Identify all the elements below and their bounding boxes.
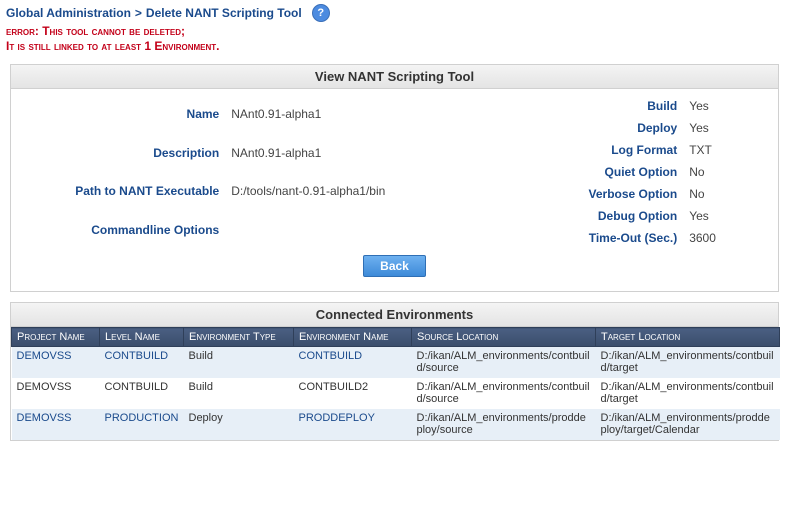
- link-level[interactable]: CONTBUILD: [105, 350, 169, 362]
- table-row: DEMOVSSCONTBUILDBuildCONTBUILD2D:/ikan/A…: [12, 378, 780, 409]
- build-value: Yes: [683, 95, 768, 117]
- cell-target: D:/ikan/ALM_environments/proddeploy/targ…: [596, 409, 780, 440]
- breadcrumb-page: Delete NANT Scripting Tool: [146, 6, 302, 20]
- environments-table: Project Name Level Name Environment Type…: [11, 327, 780, 440]
- logformat-value: TXT: [683, 139, 768, 161]
- verbose-value: No: [683, 183, 768, 205]
- error-line-1: error: This tool cannot be deleted;: [6, 24, 783, 39]
- logformat-label: Log Format: [463, 139, 684, 161]
- col-project: Project Name: [12, 328, 100, 347]
- col-envname: Environment Name: [294, 328, 412, 347]
- table-row: DEMOVSS PRODUCTION Deploy PRODDEPLOY D:/ikan…: [12, 409, 780, 440]
- cell-source: D:/ikan/ALM_environments/contbuild/sourc…: [412, 347, 596, 378]
- cell-target: D:/ikan/ALM_environments/contbuild/targe…: [596, 378, 780, 409]
- breadcrumb: Global Administration > Delete NANT Scri…: [0, 0, 789, 24]
- breadcrumb-sep: >: [135, 6, 142, 20]
- cell-source: D:/ikan/ALM_environments/contbuild/sourc…: [412, 378, 596, 409]
- link-project[interactable]: DEMOVSS: [17, 350, 72, 362]
- col-envtype: Environment Type: [184, 328, 294, 347]
- col-target: Target Location: [596, 328, 780, 347]
- connected-environments-panel: Connected Environments Project Name Leve…: [10, 302, 779, 441]
- debug-label: Debug Option: [463, 205, 684, 227]
- col-source: Source Location: [412, 328, 596, 347]
- back-button[interactable]: Back: [363, 255, 426, 277]
- link-project[interactable]: DEMOVSS: [17, 412, 72, 424]
- quiet-label: Quiet Option: [463, 161, 684, 183]
- view-tool-panel-title: View NANT Scripting Tool: [11, 65, 778, 89]
- connected-environments-title: Connected Environments: [11, 303, 778, 327]
- debug-value: Yes: [683, 205, 768, 227]
- cell-project: DEMOVSS: [12, 347, 100, 378]
- cell-project: DEMOVSS: [12, 409, 100, 440]
- description-value: NAnt0.91-alpha1: [225, 134, 442, 173]
- col-level: Level Name: [100, 328, 184, 347]
- build-label: Build: [463, 95, 684, 117]
- path-value: D:/tools/nant-0.91-alpha1/bin: [225, 172, 442, 211]
- name-value: NAnt0.91-alpha1: [225, 95, 442, 134]
- timeout-value: 3600: [683, 227, 768, 249]
- name-label: Name: [21, 95, 225, 134]
- cmdline-label: Commandline Options: [21, 211, 225, 250]
- link-envname[interactable]: PRODDEPLOY: [299, 412, 375, 424]
- cell-envname: CONTBUILD: [294, 347, 412, 378]
- deploy-label: Deploy: [463, 117, 684, 139]
- cell-project: DEMOVSS: [12, 378, 100, 409]
- cell-level: PRODUCTION: [100, 409, 184, 440]
- link-level[interactable]: PRODUCTION: [105, 412, 179, 424]
- error-message: error: This tool cannot be deleted; It i…: [0, 24, 789, 60]
- table-row: DEMOVSS CONTBUILD Build CONTBUILD D:/ikan/AL…: [12, 347, 780, 378]
- cmdline-value: [225, 211, 442, 250]
- path-label: Path to NANT Executable: [21, 172, 225, 211]
- deploy-value: Yes: [683, 117, 768, 139]
- cell-envtype: Deploy: [184, 409, 294, 440]
- cell-level: CONTBUILD: [100, 347, 184, 378]
- cell-envtype: Build: [184, 347, 294, 378]
- link-envname[interactable]: CONTBUILD: [299, 350, 363, 362]
- verbose-label: Verbose Option: [463, 183, 684, 205]
- cell-envname: PRODDEPLOY: [294, 409, 412, 440]
- cell-envname: CONTBUILD2: [294, 378, 412, 409]
- help-icon[interactable]: ?: [312, 4, 330, 22]
- error-line-2: It is still linked to at least 1 Environ…: [6, 39, 783, 54]
- cell-envtype: Build: [184, 378, 294, 409]
- view-tool-panel: View NANT Scripting Tool Name NAnt0.91-a…: [10, 64, 779, 292]
- cell-level: CONTBUILD: [100, 378, 184, 409]
- cell-source: D:/ikan/ALM_environments/proddeploy/sour…: [412, 409, 596, 440]
- quiet-value: No: [683, 161, 768, 183]
- tool-properties-right: Build Yes Deploy Yes Log Format TXT Quie…: [463, 95, 768, 249]
- description-label: Description: [21, 134, 225, 173]
- cell-target: D:/ikan/ALM_environments/contbuild/targe…: [596, 347, 780, 378]
- tool-properties-left: Name NAnt0.91-alpha1 Description NAnt0.9…: [21, 95, 443, 249]
- breadcrumb-root[interactable]: Global Administration: [6, 6, 131, 20]
- timeout-label: Time-Out (Sec.): [463, 227, 684, 249]
